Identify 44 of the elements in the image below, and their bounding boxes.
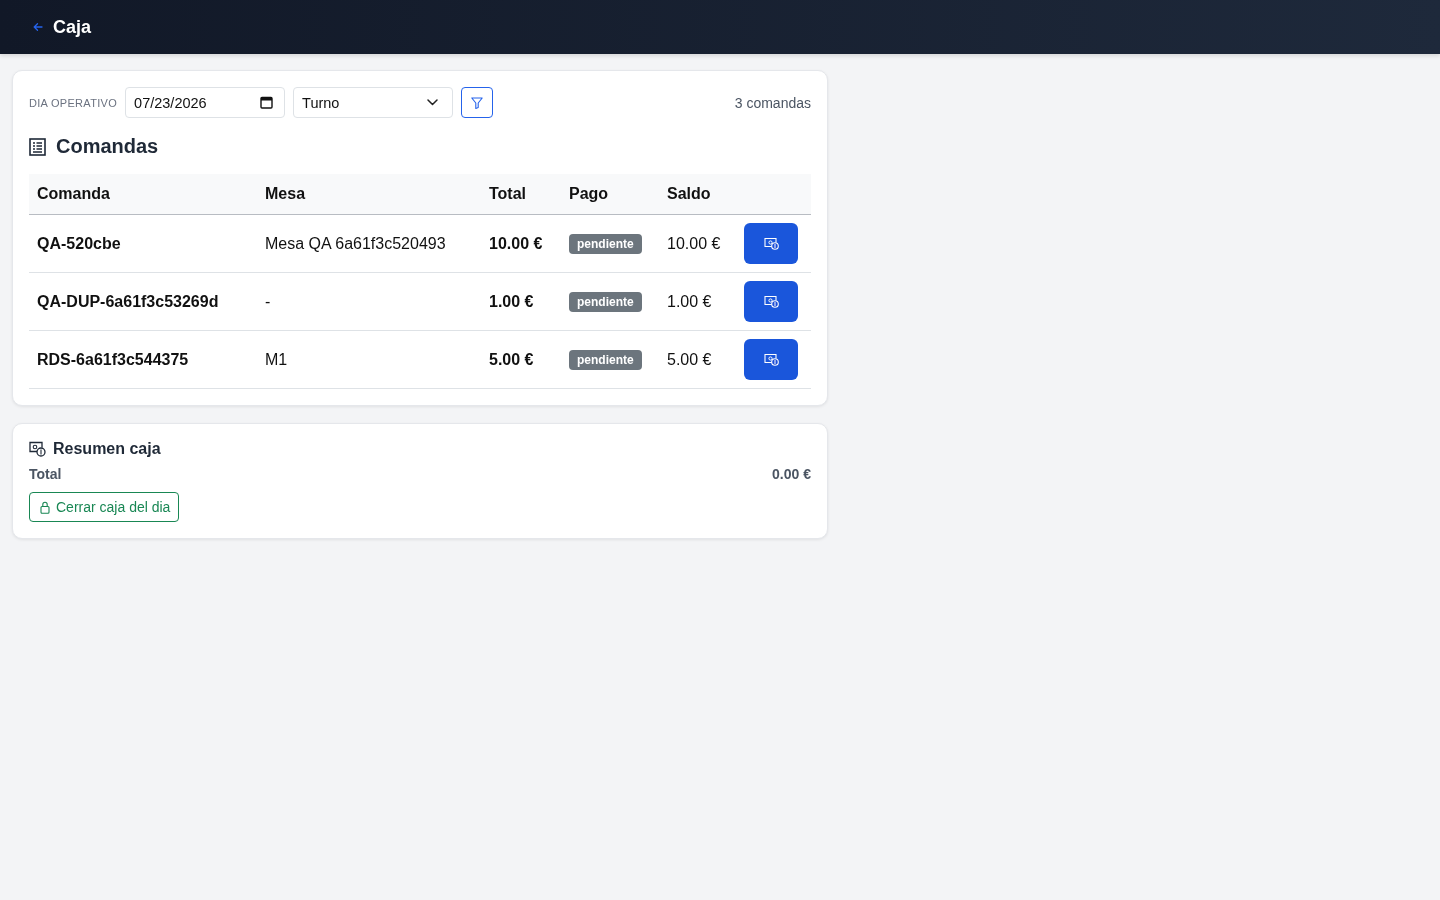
- table-cell: 10.00 €: [659, 214, 736, 273]
- column-header: Mesa: [257, 174, 481, 215]
- lock-icon: [40, 500, 50, 514]
- total-value: 0.00 €: [772, 466, 811, 482]
- filter-label: DIA OPERATIVO: [29, 96, 118, 109]
- table-cell: -: [257, 272, 481, 331]
- status-badge: pendiente: [569, 291, 642, 312]
- cash-coin-icon: [763, 237, 779, 250]
- table-cell: 5.00 €: [659, 330, 736, 389]
- table-cell: RDS-6a61f3c544375: [29, 330, 257, 389]
- table-cell: M1: [257, 330, 481, 389]
- back-arrow-icon: [33, 22, 43, 32]
- table-cell: Mesa QA 6a61f3c520493: [257, 214, 481, 273]
- column-header: Comanda: [29, 174, 257, 215]
- status-badge: pendiente: [569, 349, 642, 370]
- date-field[interactable]: 07/23/2026: [125, 87, 286, 118]
- column-header: Total: [481, 174, 561, 215]
- column-header: Pago: [561, 174, 659, 215]
- pay-button[interactable]: [744, 281, 798, 322]
- filter-icon: [471, 96, 484, 109]
- table-cell: 5.00 €: [481, 330, 561, 389]
- table-cell: 1.00 €: [659, 272, 736, 331]
- calendar-icon: [260, 96, 274, 109]
- chevron-down-icon: [427, 99, 439, 106]
- summary-title: Resumen caja: [53, 440, 161, 458]
- shift-select[interactable]: Turno: [293, 87, 454, 118]
- table-cell: 1.00 €: [481, 272, 561, 331]
- cash-coin-icon: [29, 441, 46, 457]
- section-title: Comandas: [56, 135, 159, 158]
- table-cell: QA-DUP-6a61f3c53269d: [29, 272, 257, 331]
- table-cell: QA-520cbe: [29, 214, 257, 273]
- pay-button[interactable]: [744, 339, 798, 380]
- table-cell: 10.00 €: [481, 214, 561, 273]
- total-label: Total: [29, 466, 62, 482]
- close-register-button[interactable]: Cerrar caja del dia: [29, 492, 180, 522]
- filter-button[interactable]: [461, 87, 494, 118]
- cash-coin-icon: [763, 353, 779, 366]
- status-badge: pendiente: [569, 233, 642, 254]
- receipt-icon: [29, 137, 46, 156]
- order-count: 3 comandas: [734, 94, 811, 111]
- column-header: Saldo: [659, 174, 736, 215]
- pay-button[interactable]: [744, 223, 798, 264]
- cash-coin-icon: [763, 295, 779, 308]
- page-title: Caja: [53, 16, 92, 38]
